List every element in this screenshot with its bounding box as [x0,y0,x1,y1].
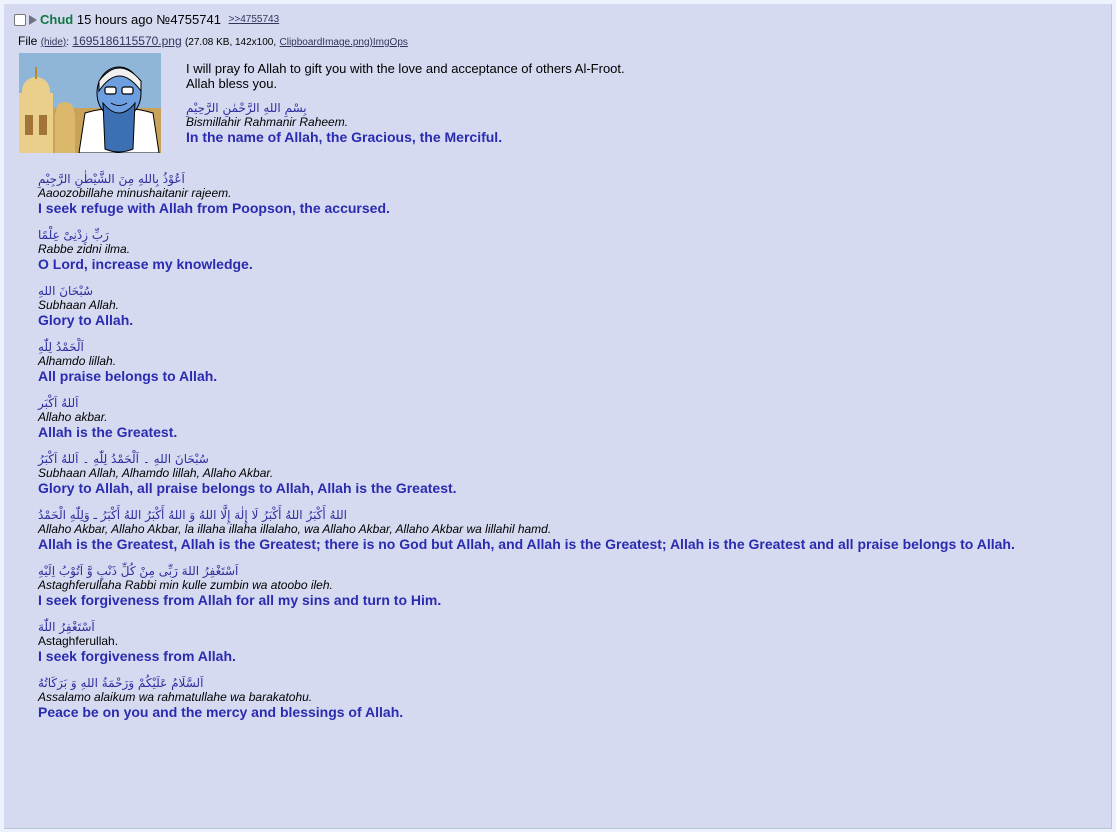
dua-group: اللهُ أَكْبَرُ اللهُ أَكْبَرُ لَا إِلٰهَ… [38,508,1015,552]
file-info: File (hide): 1695186115570.png (27.08 KB… [18,34,408,48]
post-time: 15 hours ago [76,12,153,28]
dua-group: سُبْحَانَ اللهِ Subhaan Allah. Glory to … [38,284,1015,328]
dua-arabic: اللهُ أَكْبَرُ اللهُ أَكْبَرُ لَا إِلٰهَ… [38,508,347,522]
original-filename-link[interactable]: ClipboardImage.png) [280,37,373,48]
post-select-checkbox[interactable] [14,13,26,26]
bismillah-transliteration: Bismillahir Rahmanir Raheem. [186,115,349,129]
dua-group: سُبْحَانَ اللهِ ۔ اَلْحَمْدُ لِلّٰهِ ۔ ا… [38,452,1015,496]
dua-arabic: اَلْحَمْدُ لِلّٰهِ [38,340,84,354]
dua-group: اَلسَّلَامُ عَلَيْكُمْ وَرَحْمَةُ اللهِ … [38,676,1015,720]
post-image-thumbnail[interactable] [19,53,161,153]
thumbnail-illustration [19,53,161,153]
message-line: Allah bless you. [186,76,278,91]
dua-arabic: رَبِّ زِدْنِىْ عِلْمًا [38,228,109,242]
dua-transliteration: Alhamdo lillah. [38,354,117,368]
post-container: Chud 15 hours ago №4755741 >>4755743 Fil… [4,4,1112,829]
dua-translation: I seek forgiveness from Allah. [38,648,236,664]
dua-arabic: اَعُوْذُ بِاللهِ مِنَ الشَّيْطٰنِ الرَّج… [38,172,185,186]
dua-translation: Allah is the Greatest. [38,424,178,440]
dua-transliteration: Astaghferullah. [38,634,119,648]
dua-arabic: اَسْتَغْفِرُ اللهَ رَبِّى مِنْ كُلِّ ذَن… [38,564,239,578]
bismillah-arabic: بِسْمِ اللهِ الرَّحْمٰنِ الرَّحِيْمِ [186,101,307,115]
dua-translation: O Lord, increase my knowledge. [38,256,253,272]
dua-transliteration: Subhaan Allah, Alhamdo lillah, Allaho Ak… [38,466,274,480]
dua-transliteration: Allaho akbar. [38,410,108,424]
file-name-link[interactable]: 1695186115570.png [72,34,181,48]
imgops-link[interactable]: ImgOps [373,37,408,48]
poster-name: Chud [40,12,74,28]
file-label: File [18,34,38,48]
dua-list: اَعُوْذُ بِاللهِ مِنَ الشَّيْطٰنِ الرَّج… [38,172,1015,732]
post-menu-arrow-icon[interactable] [29,14,37,25]
dua-translation: All praise belongs to Allah. [38,368,218,384]
dua-group: اَعُوْذُ بِاللهِ مِنَ الشَّيْطٰنِ الرَّج… [38,172,1015,216]
file-meta: (27.08 KB, 142x100, [184,37,277,48]
dua-translation: Allah is the Greatest, Allah is the Grea… [38,536,1015,552]
dua-transliteration: Aaoozobillahe minushaitanir rajeem. [38,186,232,200]
bismillah-translation: In the name of Allah, the Gracious, the … [186,129,503,145]
dua-translation: Peace be on you and the mercy and blessi… [38,704,404,720]
hide-file-link[interactable]: (hide) [41,37,67,48]
dua-arabic: اَللهُ اَكْبَر [38,396,79,410]
dua-transliteration: Assalamo alaikum wa rahmatullahe wa bara… [38,690,313,704]
dua-group: اَلْحَمْدُ لِلّٰهِ Alhamdo lillah. All p… [38,340,1015,384]
dua-translation: Glory to Allah, all praise belongs to Al… [38,480,457,496]
post-number[interactable]: №4755741 [156,12,221,27]
dua-arabic: سُبْحَانَ اللهِ ۔ اَلْحَمْدُ لِلّٰهِ ۔ ا… [38,452,209,466]
post-message: I will pray fo Allah to gift you with th… [186,61,625,145]
dua-group: اَسْتَغْفِرُ اللهَ رَبِّى مِنْ كُلِّ ذَن… [38,564,1015,608]
dua-arabic: اَسْتَغْفِرُ اللّٰهَ [38,620,95,634]
reply-quote-link[interactable]: >>4755743 [229,14,280,25]
dua-group: اَللهُ اَكْبَر Allaho akbar. Allah is th… [38,396,1015,440]
dua-transliteration: Subhaan Allah. [38,298,119,312]
dua-transliteration: Astaghferullaha Rabbi min kulle zumbin w… [38,578,333,592]
message-line: I will pray fo Allah to gift you with th… [186,61,625,76]
dua-translation: Glory to Allah. [38,312,134,328]
dua-transliteration: Rabbe zidni ilma. [38,242,131,256]
dua-translation: I seek refuge with Allah from Poopson, t… [38,200,390,216]
dua-translation: I seek forgiveness from Allah for all my… [38,592,442,608]
dua-transliteration: Allaho Akbar, Allaho Akbar, la illaha il… [38,522,552,536]
dua-arabic: سُبْحَانَ اللهِ [38,284,94,298]
dua-arabic: اَلسَّلَامُ عَلَيْكُمْ وَرَحْمَةُ اللهِ … [38,676,204,690]
post-info: Chud 15 hours ago №4755741 >>4755743 [14,11,279,27]
dua-group: رَبِّ زِدْنِىْ عِلْمًا Rabbe zidni ilma.… [38,228,1015,272]
dua-group: اَسْتَغْفِرُ اللّٰهَ Astaghferullah. I s… [38,620,1015,664]
